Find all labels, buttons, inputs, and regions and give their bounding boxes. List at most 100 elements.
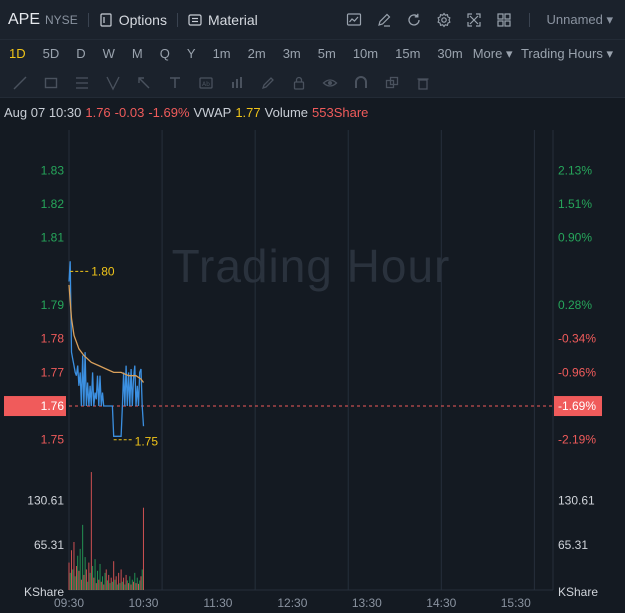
layout-grid-icon[interactable] (489, 0, 519, 40)
volume-bar (98, 579, 100, 590)
volume-bar (120, 569, 122, 590)
options-label: Options (118, 11, 167, 28)
symbol-name[interactable]: APE (8, 11, 40, 29)
volume-bar (128, 583, 130, 590)
timeframe-15m[interactable]: 15m (386, 40, 428, 68)
high-marker-label: 1.80 (91, 264, 115, 278)
draw-pen-icon[interactable] (369, 0, 399, 40)
trading-hours-label: Trading Hours (520, 46, 603, 61)
top-toolbar: APE NYSE Options Material Unnamed ▾ (0, 0, 625, 40)
volume-bar (80, 579, 82, 590)
volume-bar (115, 576, 117, 590)
volume-bar (72, 569, 74, 590)
current-price-label: 1.76 (41, 399, 65, 413)
time-axis-label: 15:30 (501, 596, 531, 610)
pattern-icon[interactable]: Ab (190, 68, 221, 98)
timeframe-bar: 1D 5D D W M Q Y 1m 2m 3m 5m 10m 15m 30m … (0, 40, 625, 68)
pencil-icon[interactable] (252, 68, 283, 98)
volume-bar (89, 572, 91, 590)
timeframe-5m[interactable]: 5m (309, 40, 344, 68)
volume-bar (88, 562, 90, 590)
volume-bar (92, 566, 94, 590)
arrow-icon[interactable] (128, 68, 159, 98)
caret-down-icon: ▾ (502, 46, 513, 61)
volume-bar (125, 574, 127, 590)
percent-axis-label: 2.13% (558, 163, 592, 177)
drawing-toolbar: Ab (0, 68, 625, 98)
measure-icon[interactable] (221, 68, 252, 98)
timeframe-q[interactable]: Q (151, 40, 178, 68)
timeframe-1m[interactable]: 1m (204, 40, 239, 68)
layout-selector[interactable]: Unnamed ▾ (546, 12, 613, 28)
percent-axis-label: -0.96% (558, 365, 596, 379)
volume-bar (139, 580, 141, 590)
fibonacci-icon[interactable] (66, 68, 97, 98)
trend-line-icon[interactable] (4, 68, 35, 98)
material-icon (188, 13, 202, 27)
fullscreen-icon[interactable] (459, 0, 489, 40)
divider (529, 13, 531, 27)
quote-change-pct: -1.69% (148, 104, 190, 120)
trading-hours-selector[interactable]: Trading Hours ▾ (521, 40, 613, 68)
volume-bar (74, 576, 76, 590)
volume-bar (141, 569, 143, 590)
intraday-chart[interactable]: Trading Hour 1.83 2.13% 1.82 1.51% 1.81 0.90% 1… (0, 130, 625, 613)
timeframe-5d[interactable]: 5D (34, 40, 68, 68)
time-axis-label: 12:30 (277, 596, 307, 610)
gear-icon[interactable] (429, 0, 459, 40)
volume-bar (97, 570, 99, 590)
price-axis-label: 1.79 (41, 298, 65, 312)
options-button[interactable]: Options (99, 12, 167, 28)
caret-down-icon: ▾ (602, 46, 613, 61)
timeframe-d[interactable]: D (67, 40, 93, 68)
volume-bar (129, 576, 131, 590)
price-axis-label: 1.77 (41, 365, 65, 379)
rectangle-icon[interactable] (35, 68, 66, 98)
refresh-icon[interactable] (399, 0, 429, 40)
volume-bar (133, 581, 135, 590)
volume-bar (78, 570, 80, 590)
timeframe-1d[interactable]: 1D (0, 40, 34, 68)
volume-bar (106, 580, 108, 590)
toolbar-right: Unnamed ▾ (339, 0, 625, 40)
exchange-name: NYSE (45, 12, 78, 27)
volume-bar (134, 572, 136, 590)
chart-background (0, 130, 625, 613)
volume-bar (119, 583, 121, 590)
volume-bar (68, 562, 70, 590)
quote-info-bar: Aug 07 10:30 1.76 -0.03 -1.69% VWAP 1.77… (0, 101, 368, 123)
chart-settings-icon[interactable] (339, 0, 369, 40)
text-icon[interactable] (159, 68, 190, 98)
trash-icon[interactable] (407, 68, 438, 98)
volume-bar (93, 577, 95, 590)
lock-icon[interactable] (283, 68, 314, 98)
volume-bar (123, 577, 125, 590)
time-axis-label: 09:30 (54, 596, 84, 610)
volume-bar (85, 569, 87, 590)
magnet-icon[interactable] (345, 68, 376, 98)
volume-bar (116, 584, 118, 590)
vwap-value: 1.77 (235, 104, 261, 120)
volume-bar (70, 550, 72, 590)
volume-value: 553Share (312, 104, 369, 120)
timeframe-3m[interactable]: 3m (274, 40, 309, 68)
divider (87, 12, 89, 27)
timeframe-30m[interactable]: 30m (428, 40, 470, 68)
timeframe-w[interactable]: W (94, 40, 123, 68)
volume-bar (131, 579, 133, 590)
timeframe-10m[interactable]: 10m (344, 40, 386, 68)
pitchfork-icon[interactable] (97, 68, 128, 98)
volume-bar (79, 548, 81, 590)
volume-bar (102, 576, 104, 590)
volume-bar (73, 542, 75, 590)
material-button[interactable]: Material (188, 12, 258, 28)
price-axis-label: 1.82 (41, 197, 65, 211)
eye-icon[interactable] (314, 68, 345, 98)
timeframe-m[interactable]: M (123, 40, 151, 68)
clone-icon[interactable] (376, 68, 407, 98)
volume-bar (77, 555, 79, 590)
more-timeframes-button[interactable]: More ▾ (473, 46, 513, 62)
timeframe-2m[interactable]: 2m (239, 40, 274, 68)
timeframe-y[interactable]: Y (178, 40, 204, 68)
low-marker-label: 1.75 (135, 435, 159, 449)
